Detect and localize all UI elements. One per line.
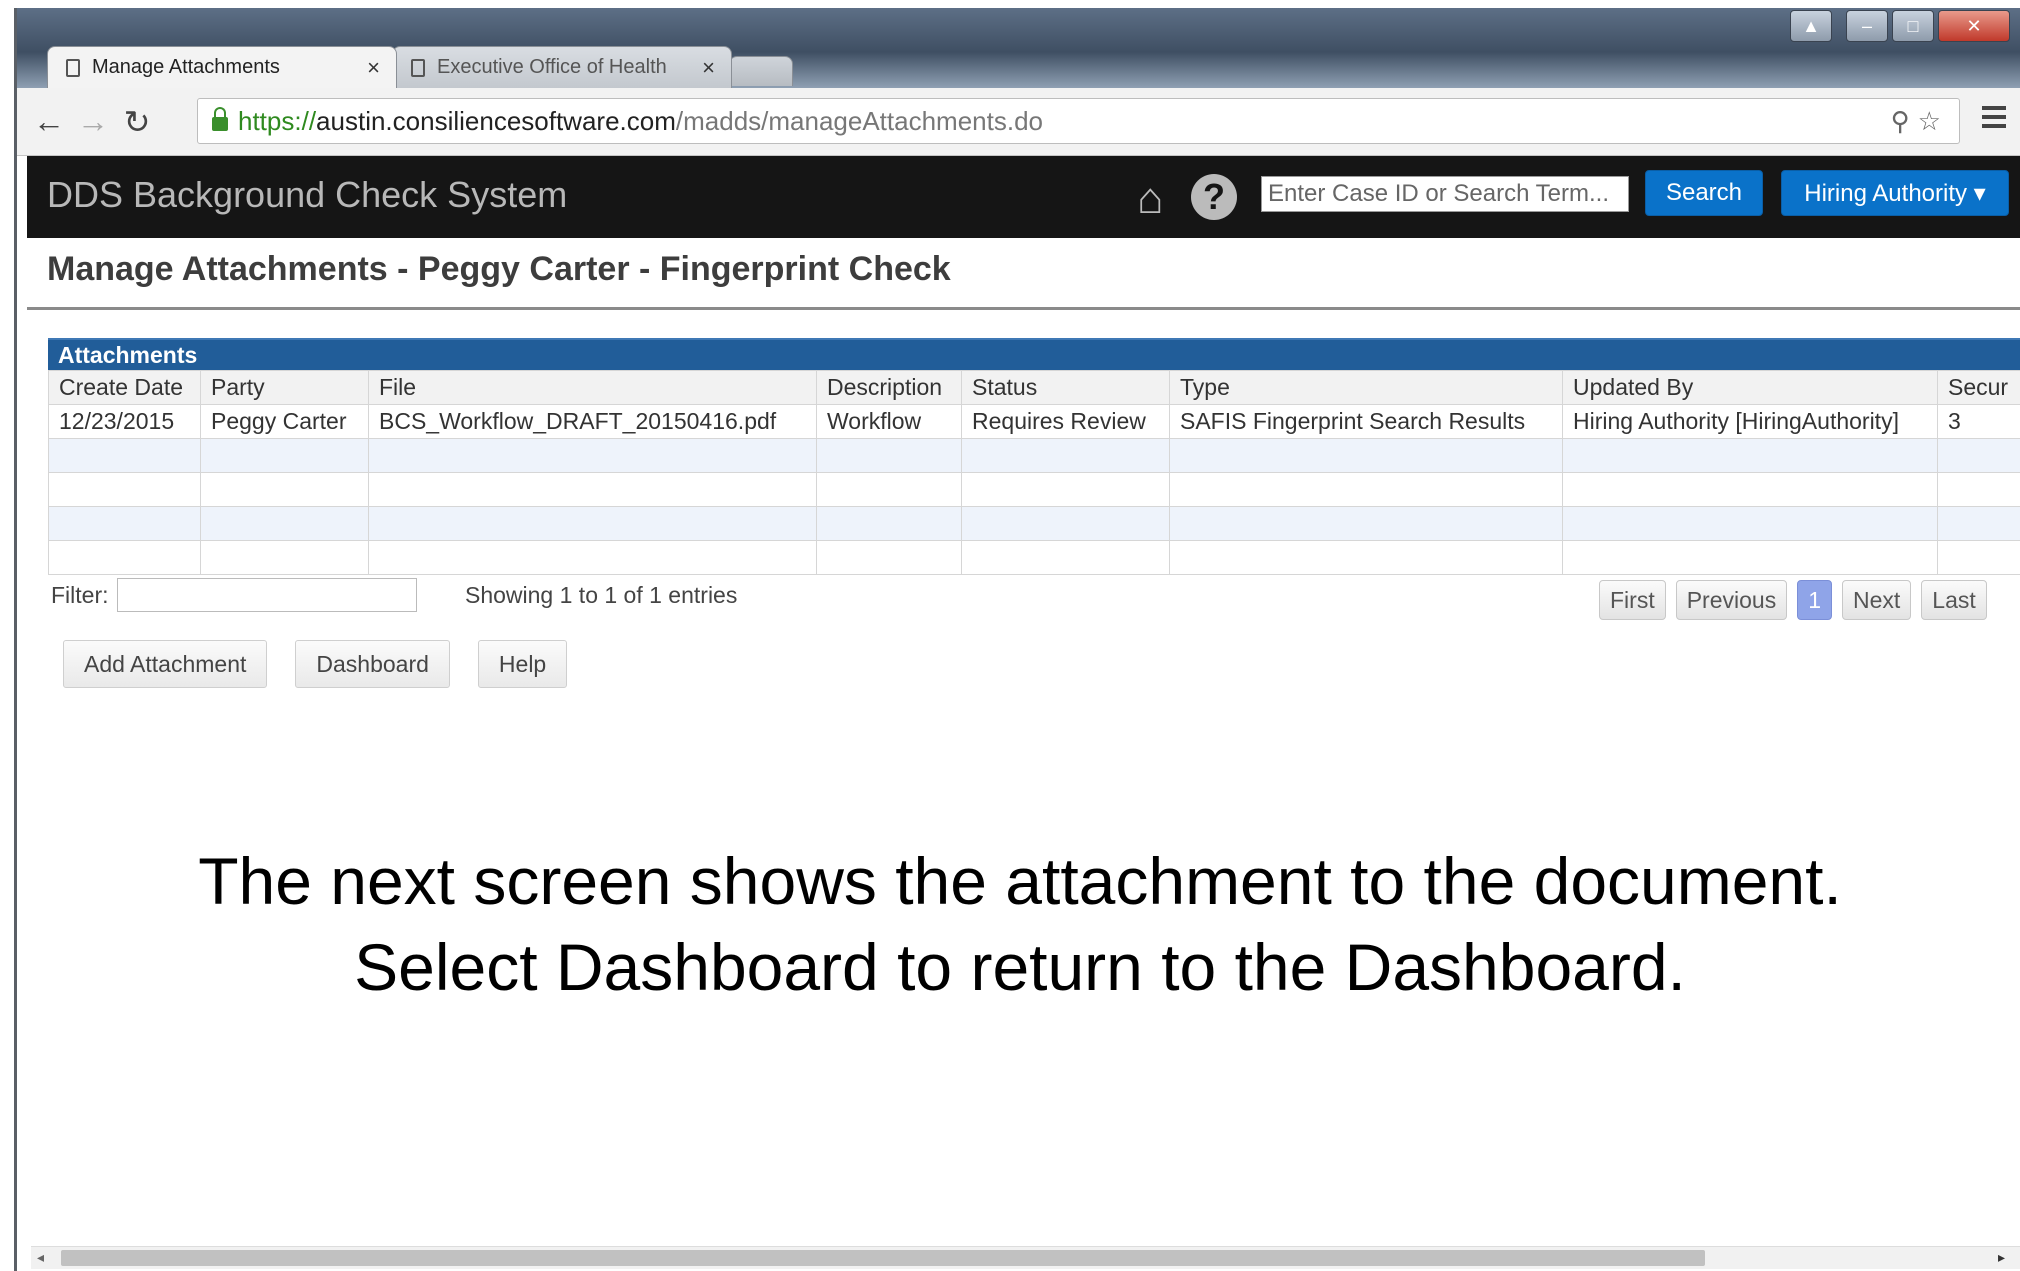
next-page-button[interactable]: Next [1842,580,1912,620]
attachments-table: Create Date Party File Description Statu… [48,370,2020,575]
help-button[interactable]: Help [477,640,568,688]
table-row[interactable]: 12/23/2015 Peggy Carter BCS_Workflow_DRA… [48,404,2020,439]
tab-executive-office[interactable]: Executive Office of Health × [392,46,732,88]
app-header: DDS Background Check System ⌂ ? Search H… [27,156,2020,238]
caption-line-2: Select Dashboard to return to the Dashbo… [354,930,1686,1004]
cell-description: Workflow [816,404,962,439]
tab-label: Executive Office of Health [437,56,667,78]
forward-arrow-icon[interactable]: → [71,103,115,140]
help-icon[interactable]: ? [1191,174,1237,220]
column-header-party[interactable]: Party [200,370,369,405]
grid-caption: Attachments [48,338,2020,370]
cell-party: Peggy Carter [200,404,369,439]
cell-create-date: 12/23/2015 [48,404,201,439]
chrome-menu-icon[interactable] [1982,106,2006,133]
address-bar[interactable]: https:// austin.consiliencesoftware.com … [197,98,1960,144]
previous-page-button[interactable]: Previous [1675,580,1788,620]
cell-security: 3 [1937,404,2020,439]
cell-updated-by: Hiring Authority [HiringAuthority] [1562,404,1938,439]
scroll-left-icon[interactable]: ◂ [37,1249,44,1266]
close-tab-icon[interactable]: × [702,55,715,81]
filter-label: Filter: [51,581,109,608]
dashboard-button[interactable]: Dashboard [295,640,450,688]
last-page-button[interactable]: Last [1921,580,1987,620]
filter-area: Filter: [51,578,417,612]
search-button[interactable]: Search [1645,170,1763,216]
browser-toolbar: ← → ↻ https:// austin.consiliencesoftwar… [17,88,2020,156]
header-row: Create Date Party File Description Statu… [48,370,2020,405]
first-page-button[interactable]: First [1599,580,1666,620]
entries-info: Showing 1 to 1 of 1 entries [465,582,738,608]
user-icon[interactable]: ▲ [1790,10,1832,42]
minimize-button[interactable]: – [1846,10,1888,42]
scroll-right-icon[interactable]: ▸ [1998,1249,2005,1266]
hiring-authority-menu[interactable]: Hiring Authority ▾ [1781,170,2009,216]
cell-file[interactable]: BCS_Workflow_DRAFT_20150416.pdf [368,404,817,439]
home-icon[interactable]: ⌂ [1137,174,1164,224]
title-bar: Manage Attachments × Executive Office of… [17,8,2020,88]
back-arrow-icon[interactable]: ← [27,103,71,140]
lock-icon [212,107,228,131]
tutorial-caption: The next screen shows the attachment to … [17,838,2020,1010]
page-title: Manage Attachments - Peggy Carter - Fing… [47,250,951,288]
new-tab-button[interactable] [729,56,793,86]
horizontal-scrollbar[interactable]: ◂ ▸ [31,1246,2020,1269]
case-search-input[interactable] [1261,176,1629,212]
window-controls: ▲ – □ ✕ [1790,10,2010,42]
add-attachment-button[interactable]: Add Attachment [63,640,268,688]
column-header-status[interactable]: Status [961,370,1170,405]
document-icon [411,58,425,77]
empty-row [48,438,2020,473]
column-header-create-date[interactable]: Create Date [48,370,201,405]
reload-icon[interactable]: ↻ [115,103,159,141]
url-host: austin.consiliencesoftware.com [316,105,676,136]
column-header-updated-by[interactable]: Updated By [1562,370,1938,405]
empty-row [48,472,2020,507]
page-heading: Manage Attachments - Peggy Carter - Fing… [27,238,2020,310]
current-page-button[interactable]: 1 [1797,580,1832,620]
pagination: First Previous 1 Next Last [1599,580,1987,620]
app-title: DDS Background Check System [47,174,568,215]
close-tab-icon[interactable]: × [367,55,380,81]
zoom-and-bookmark-icons[interactable]: ⚲☆ [1891,106,1949,137]
caption-line-1: The next screen shows the attachment to … [198,844,1842,918]
attachments-grid: Attachments Create Date Party File Descr… [48,338,2020,575]
browser-window: Manage Attachments × Executive Office of… [14,8,2020,1271]
empty-row [48,540,2020,575]
maximize-button[interactable]: □ [1892,10,1934,42]
cell-type: SAFIS Fingerprint Search Results [1169,404,1563,439]
column-header-type[interactable]: Type [1169,370,1563,405]
cell-status: Requires Review [961,404,1170,439]
empty-row [48,506,2020,541]
close-window-button[interactable]: ✕ [1938,10,2010,42]
url-path: /madds/manageAttachments.do [675,105,1043,136]
document-icon [66,58,80,77]
column-header-file[interactable]: File [368,370,817,405]
tab-manage-attachments[interactable]: Manage Attachments × [47,46,397,88]
url-scheme: https:// [238,105,317,136]
scrollbar-thumb[interactable] [61,1250,1705,1266]
filter-input[interactable] [116,578,417,612]
column-header-security[interactable]: Secur [1937,370,2020,405]
column-header-description[interactable]: Description [816,370,962,405]
tab-label: Manage Attachments [92,56,280,78]
action-buttons: Add Attachment Dashboard Help [63,640,568,688]
